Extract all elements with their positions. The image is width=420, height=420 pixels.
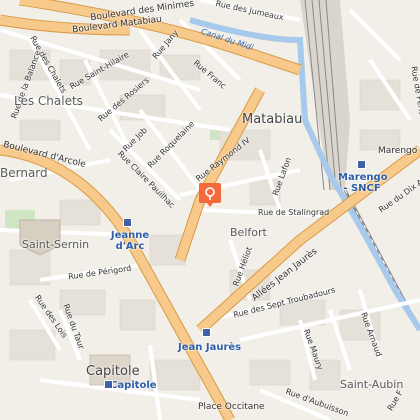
location-pin-icon[interactable] bbox=[199, 183, 221, 207]
metro-station-icon[interactable] bbox=[357, 160, 366, 169]
map-base bbox=[0, 0, 420, 420]
metro-station-icon[interactable] bbox=[104, 380, 113, 389]
metro-station-icon[interactable] bbox=[123, 218, 132, 227]
metro-station-icon[interactable] bbox=[202, 328, 211, 337]
map-view[interactable]: Boulevard des Minimes Boulevard Matabiau… bbox=[0, 0, 420, 420]
